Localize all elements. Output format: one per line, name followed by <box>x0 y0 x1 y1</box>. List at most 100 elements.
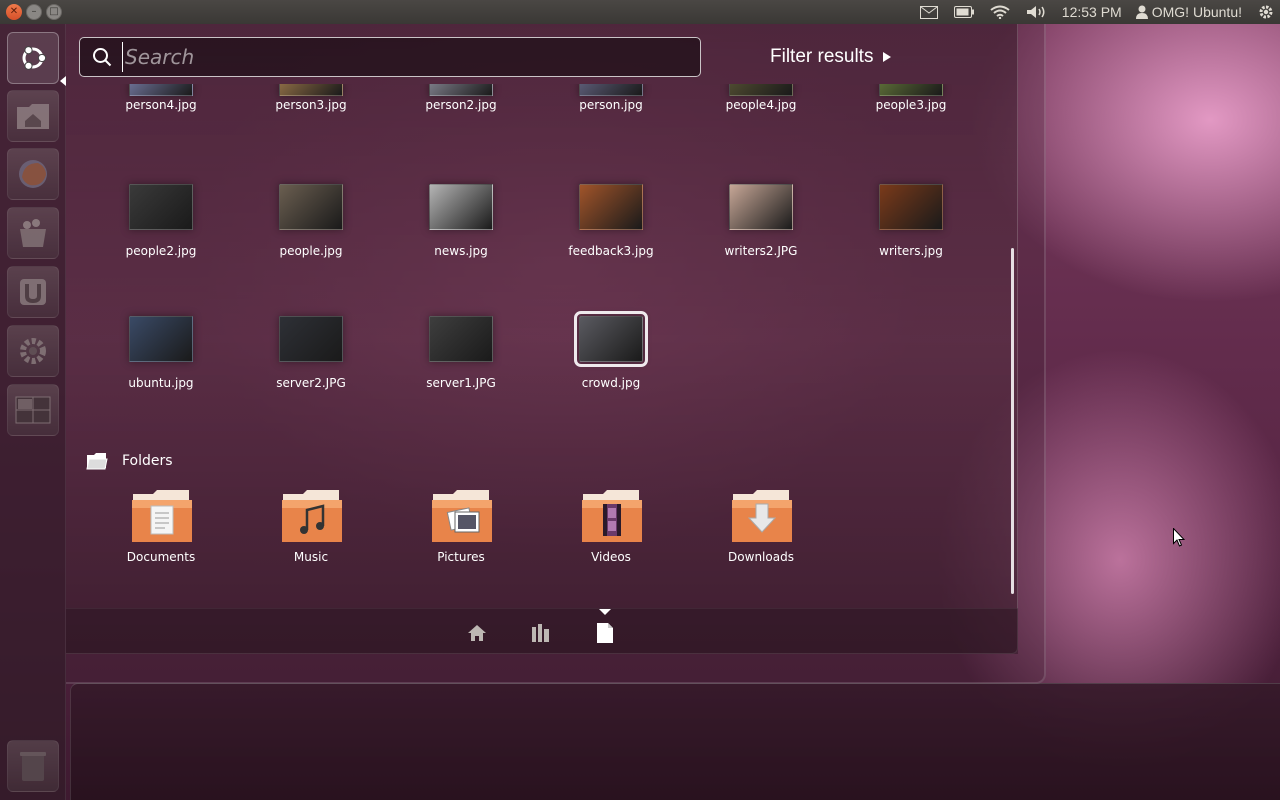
ubuntu-logo-icon <box>22 46 47 70</box>
launcher-software-center[interactable] <box>7 207 59 259</box>
file-result-item[interactable]: people2.jpg <box>91 184 231 294</box>
launcher-trash[interactable] <box>7 740 59 792</box>
file-result-item[interactable]: server1.JPG <box>391 316 531 426</box>
applications-lens-button[interactable] <box>529 621 553 645</box>
close-icon: ✕ <box>9 6 19 17</box>
file-result-item[interactable]: server2.JPG <box>241 316 381 426</box>
launcher-ubuntu-one[interactable] <box>7 266 59 318</box>
search-box[interactable] <box>79 37 701 77</box>
file-thumbnail <box>879 84 943 96</box>
mail-icon[interactable] <box>919 5 938 19</box>
filter-results-button[interactable]: Filter results <box>770 44 892 70</box>
window-controls: ✕ – □ <box>6 4 62 20</box>
active-lens-indicator <box>599 609 611 615</box>
music-folder-icon <box>281 488 343 544</box>
folder-result-item[interactable]: Documents <box>91 488 231 578</box>
user-menu[interactable]: OMG! Ubuntu! <box>1135 4 1242 20</box>
mouse-pointer-icon <box>1173 527 1186 551</box>
wifi-icon[interactable] <box>990 5 1010 19</box>
active-launcher-arrow <box>60 76 66 86</box>
minimize-window-button[interactable]: – <box>26 4 42 20</box>
arrow-right-icon <box>883 52 892 62</box>
file-thumbnail <box>429 184 493 230</box>
file-result-item[interactable]: person3.jpg <box>241 84 381 180</box>
file-result-item[interactable]: people3.jpg <box>841 84 981 180</box>
file-result-item[interactable]: news.jpg <box>391 184 531 294</box>
folder-result-item[interactable]: Downloads <box>691 488 831 578</box>
file-thumbnail <box>574 311 648 367</box>
folders-category-header: Folders <box>86 452 173 470</box>
file-label: person.jpg <box>579 98 643 112</box>
file-result-item[interactable]: writers.jpg <box>841 184 981 294</box>
firefox-icon <box>19 160 47 188</box>
file-label: server1.JPG <box>426 376 496 390</box>
file-result-item[interactable]: ubuntu.jpg <box>91 316 231 426</box>
folder-label: Videos <box>591 550 631 564</box>
file-result-item[interactable]: person4.jpg <box>91 84 231 180</box>
file-label: feedback3.jpg <box>568 244 654 258</box>
user-name: OMG! Ubuntu! <box>1151 4 1242 20</box>
launcher <box>0 24 66 800</box>
close-window-button[interactable]: ✕ <box>6 4 22 20</box>
file-thumbnail <box>279 184 343 230</box>
top-panel: ✕ – □ 12:53 PM OMG! Ubuntu! <box>0 0 1280 24</box>
folder-result-item[interactable]: Music <box>241 488 381 578</box>
folder-result-item[interactable]: Pictures <box>391 488 531 578</box>
videos-folder-icon <box>581 488 643 544</box>
files-lens-button[interactable] <box>593 621 617 645</box>
maximize-window-button[interactable]: □ <box>46 4 62 20</box>
file-thumbnail <box>729 184 793 230</box>
file-thumbnail <box>879 184 943 230</box>
file-result-item[interactable]: person2.jpg <box>391 84 531 180</box>
trash-icon <box>20 752 46 781</box>
file-result-item[interactable]: people.jpg <box>241 184 381 294</box>
file-result-item[interactable]: crowd.jpg <box>541 311 681 426</box>
folder-label: Pictures <box>437 550 485 564</box>
pictures-folder-icon <box>431 488 493 544</box>
software-center-icon <box>20 219 46 247</box>
workspace-switcher-icon <box>15 396 51 424</box>
applications-lens-icon <box>532 624 549 642</box>
document-folder-icon <box>131 488 193 544</box>
file-label: writers.jpg <box>879 244 943 258</box>
session-gear-icon[interactable] <box>1258 4 1274 20</box>
clock-time: 12:53 PM <box>1061 4 1122 20</box>
file-label: news.jpg <box>434 244 488 258</box>
launcher-workspace-switcher[interactable] <box>7 384 59 436</box>
file-result-item[interactable]: people4.jpg <box>691 84 831 180</box>
battery-icon[interactable] <box>953 6 974 18</box>
background-window <box>70 683 1280 800</box>
file-label: server2.JPG <box>276 376 346 390</box>
minimize-icon: – <box>31 6 37 17</box>
file-thumbnail <box>579 84 643 96</box>
file-thumbnail <box>579 184 643 230</box>
file-label: ubuntu.jpg <box>128 376 194 390</box>
folder-label: Downloads <box>728 550 794 564</box>
folder-open-icon <box>86 453 108 470</box>
launcher-system-settings[interactable] <box>7 325 59 377</box>
home-folder-icon <box>17 104 49 129</box>
folder-result-item[interactable]: Videos <box>541 488 681 578</box>
home-lens-button[interactable] <box>465 621 489 645</box>
file-thumbnail <box>729 84 793 96</box>
ubuntu-one-icon <box>20 279 46 305</box>
file-label: person4.jpg <box>125 98 197 112</box>
system-settings-icon <box>20 338 46 364</box>
file-thumbnail <box>129 84 193 96</box>
clock[interactable]: 12:53 PM <box>1062 4 1122 20</box>
dash-home-button[interactable] <box>7 32 59 84</box>
search-input[interactable] <box>122 42 682 72</box>
file-thumbnail <box>129 184 193 230</box>
file-result-item[interactable]: writers2.JPG <box>691 184 831 294</box>
results-scrollbar[interactable] <box>1011 248 1014 594</box>
file-label: crowd.jpg <box>581 376 641 390</box>
volume-icon[interactable] <box>1026 5 1046 19</box>
launcher-firefox[interactable] <box>7 148 59 200</box>
folders-header-label: Folders <box>122 453 173 469</box>
maximize-icon: □ <box>49 6 59 17</box>
file-result-item[interactable]: person.jpg <box>541 84 681 180</box>
file-result-item[interactable]: feedback3.jpg <box>541 184 681 294</box>
launcher-home-folder[interactable] <box>7 90 59 142</box>
file-label: people3.jpg <box>875 98 947 112</box>
lens-bar <box>66 608 1018 654</box>
